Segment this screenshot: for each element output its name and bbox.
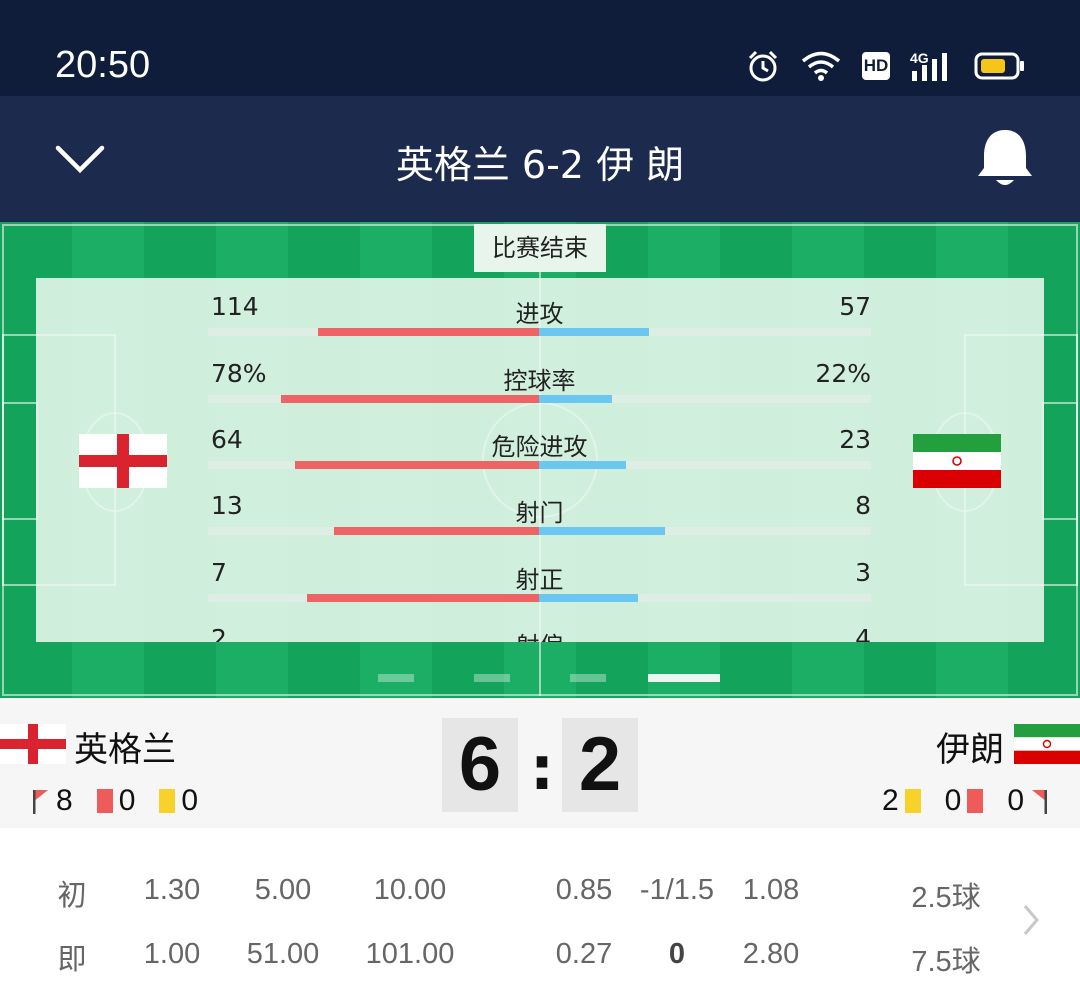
stat-away-value: 22% <box>815 359 871 388</box>
odds-handicap-home: 0.85 <box>555 874 613 906</box>
away-team-name[interactable]: 伊朗 <box>936 722 1004 771</box>
england-flag <box>0 724 66 764</box>
bell-icon[interactable] <box>974 126 1036 192</box>
away-corners: 0 <box>1007 784 1024 817</box>
odds-win: 1.00 <box>143 938 201 970</box>
home-yellow-cards: 0 <box>181 784 199 817</box>
home-corners: 8 <box>56 784 73 817</box>
stat-row: 114 进攻 57 <box>208 292 871 358</box>
home-score: 6 <box>442 718 518 812</box>
hd-icon: HD <box>862 52 890 80</box>
score-section: 英格兰 8 0 0 6 : 2 伊朗 2 0 0 <box>0 698 1080 828</box>
alarm-icon <box>748 50 778 82</box>
left-goal-area <box>2 402 38 520</box>
odds-handicap-home: 0.27 <box>555 938 613 970</box>
odds-lose: 101.00 <box>365 938 455 970</box>
corner-flag-icon <box>1032 790 1047 814</box>
odds-lose: 10.00 <box>373 874 447 906</box>
home-red-cards: 0 <box>118 784 136 817</box>
stat-row: 2 射偏 4 <box>208 624 871 642</box>
odds-row-tag: 即 <box>57 944 87 976</box>
stat-away-bar <box>539 328 649 336</box>
pager-dot-active[interactable] <box>648 674 720 682</box>
odds-handicap-line: 0 <box>668 938 686 970</box>
page-title: 英格兰 6-2 伊 朗 <box>395 143 685 187</box>
stat-row: 78% 控球率 22% <box>208 359 871 425</box>
chevron-right-icon[interactable] <box>1016 900 1046 940</box>
stat-row: 64 危险进攻 23 <box>208 425 871 491</box>
odds-draw: 5.00 <box>254 874 312 906</box>
pitch-panel: 114 进攻 57 78% 控球率 22% 64 危险进攻 23 13 射门 8 <box>0 222 1080 698</box>
score-separator: : <box>530 734 554 804</box>
odds-row-tag: 初 <box>57 880 87 912</box>
pager-dot[interactable] <box>570 674 606 682</box>
battery-icon <box>974 52 1024 80</box>
svg-text:4G: 4G <box>910 50 929 66</box>
stat-label: 射门 <box>515 499 564 527</box>
stat-away-bar <box>539 594 638 602</box>
stat-label: 进攻 <box>515 300 564 328</box>
pager-dots <box>0 674 1080 684</box>
stat-home-bar <box>318 328 539 336</box>
stat-away-bar <box>539 527 665 535</box>
odds-handicap-line: -1/1.5 <box>639 874 715 906</box>
stat-row: 13 射门 8 <box>208 491 871 557</box>
odds-total: 2.5球 <box>911 882 981 914</box>
status-time: 20:50 <box>55 44 151 86</box>
stat-label: 射正 <box>515 566 564 594</box>
status-icons: HD 4G <box>746 46 1026 86</box>
stat-home-bar <box>307 594 539 602</box>
stat-home-bar <box>295 461 539 469</box>
yellow-card-icon <box>159 789 176 813</box>
odds-total: 7.5球 <box>911 946 981 978</box>
away-stats-row: 2 0 0 <box>876 784 1048 818</box>
stat-away-value: 8 <box>855 491 871 520</box>
stat-away-value: 4 <box>855 624 871 642</box>
odds-win: 1.30 <box>143 874 201 906</box>
stat-label: 射偏 <box>208 626 871 642</box>
wifi-icon <box>801 51 841 81</box>
stats-panel[interactable]: 114 进攻 57 78% 控球率 22% 64 危险进攻 23 13 射门 8 <box>36 278 1044 642</box>
stat-home-bar <box>281 395 539 403</box>
home-stats-row: 8 0 0 <box>32 784 204 818</box>
pager-dot[interactable] <box>474 674 510 682</box>
odds-panel[interactable]: 初 1.30 5.00 10.00 0.85 -1/1.5 1.08 2.5球 … <box>0 828 1080 998</box>
odds-handicap-away: 1.08 <box>742 874 800 906</box>
match-header: 英格兰 6-2 伊 朗 <box>0 96 1080 222</box>
odds-draw: 51.00 <box>246 938 320 970</box>
match-status-badge: 比赛结束 <box>474 224 606 272</box>
stat-away-bar <box>539 395 612 403</box>
home-team-name[interactable]: 英格兰 <box>74 722 176 771</box>
stat-label: 控球率 <box>503 367 576 395</box>
signal-4g-icon: 4G <box>910 50 947 81</box>
england-flag <box>79 434 167 488</box>
yellow-card-icon <box>904 789 921 813</box>
stat-label: 危险进攻 <box>491 433 588 461</box>
status-bar: 20:50 HD 4G <box>0 0 1080 96</box>
iran-flag <box>913 434 1001 488</box>
red-card-icon <box>967 789 984 813</box>
stat-home-bar <box>334 527 539 535</box>
away-score: 2 <box>562 718 638 812</box>
stat-away-value: 23 <box>839 425 871 454</box>
stat-away-value: 57 <box>839 292 871 321</box>
away-red-cards: 0 <box>944 784 962 817</box>
right-goal-area <box>1042 402 1078 520</box>
red-card-icon <box>96 789 113 813</box>
iran-flag <box>1014 724 1080 764</box>
stat-row: 7 射正 3 <box>208 558 871 624</box>
odds-handicap-away: 2.80 <box>742 938 800 970</box>
stat-away-bar <box>539 461 626 469</box>
stat-away-value: 3 <box>855 558 871 587</box>
corner-flag-icon <box>33 790 48 814</box>
pager-dot[interactable] <box>378 674 414 682</box>
away-yellow-cards: 2 <box>881 784 899 817</box>
